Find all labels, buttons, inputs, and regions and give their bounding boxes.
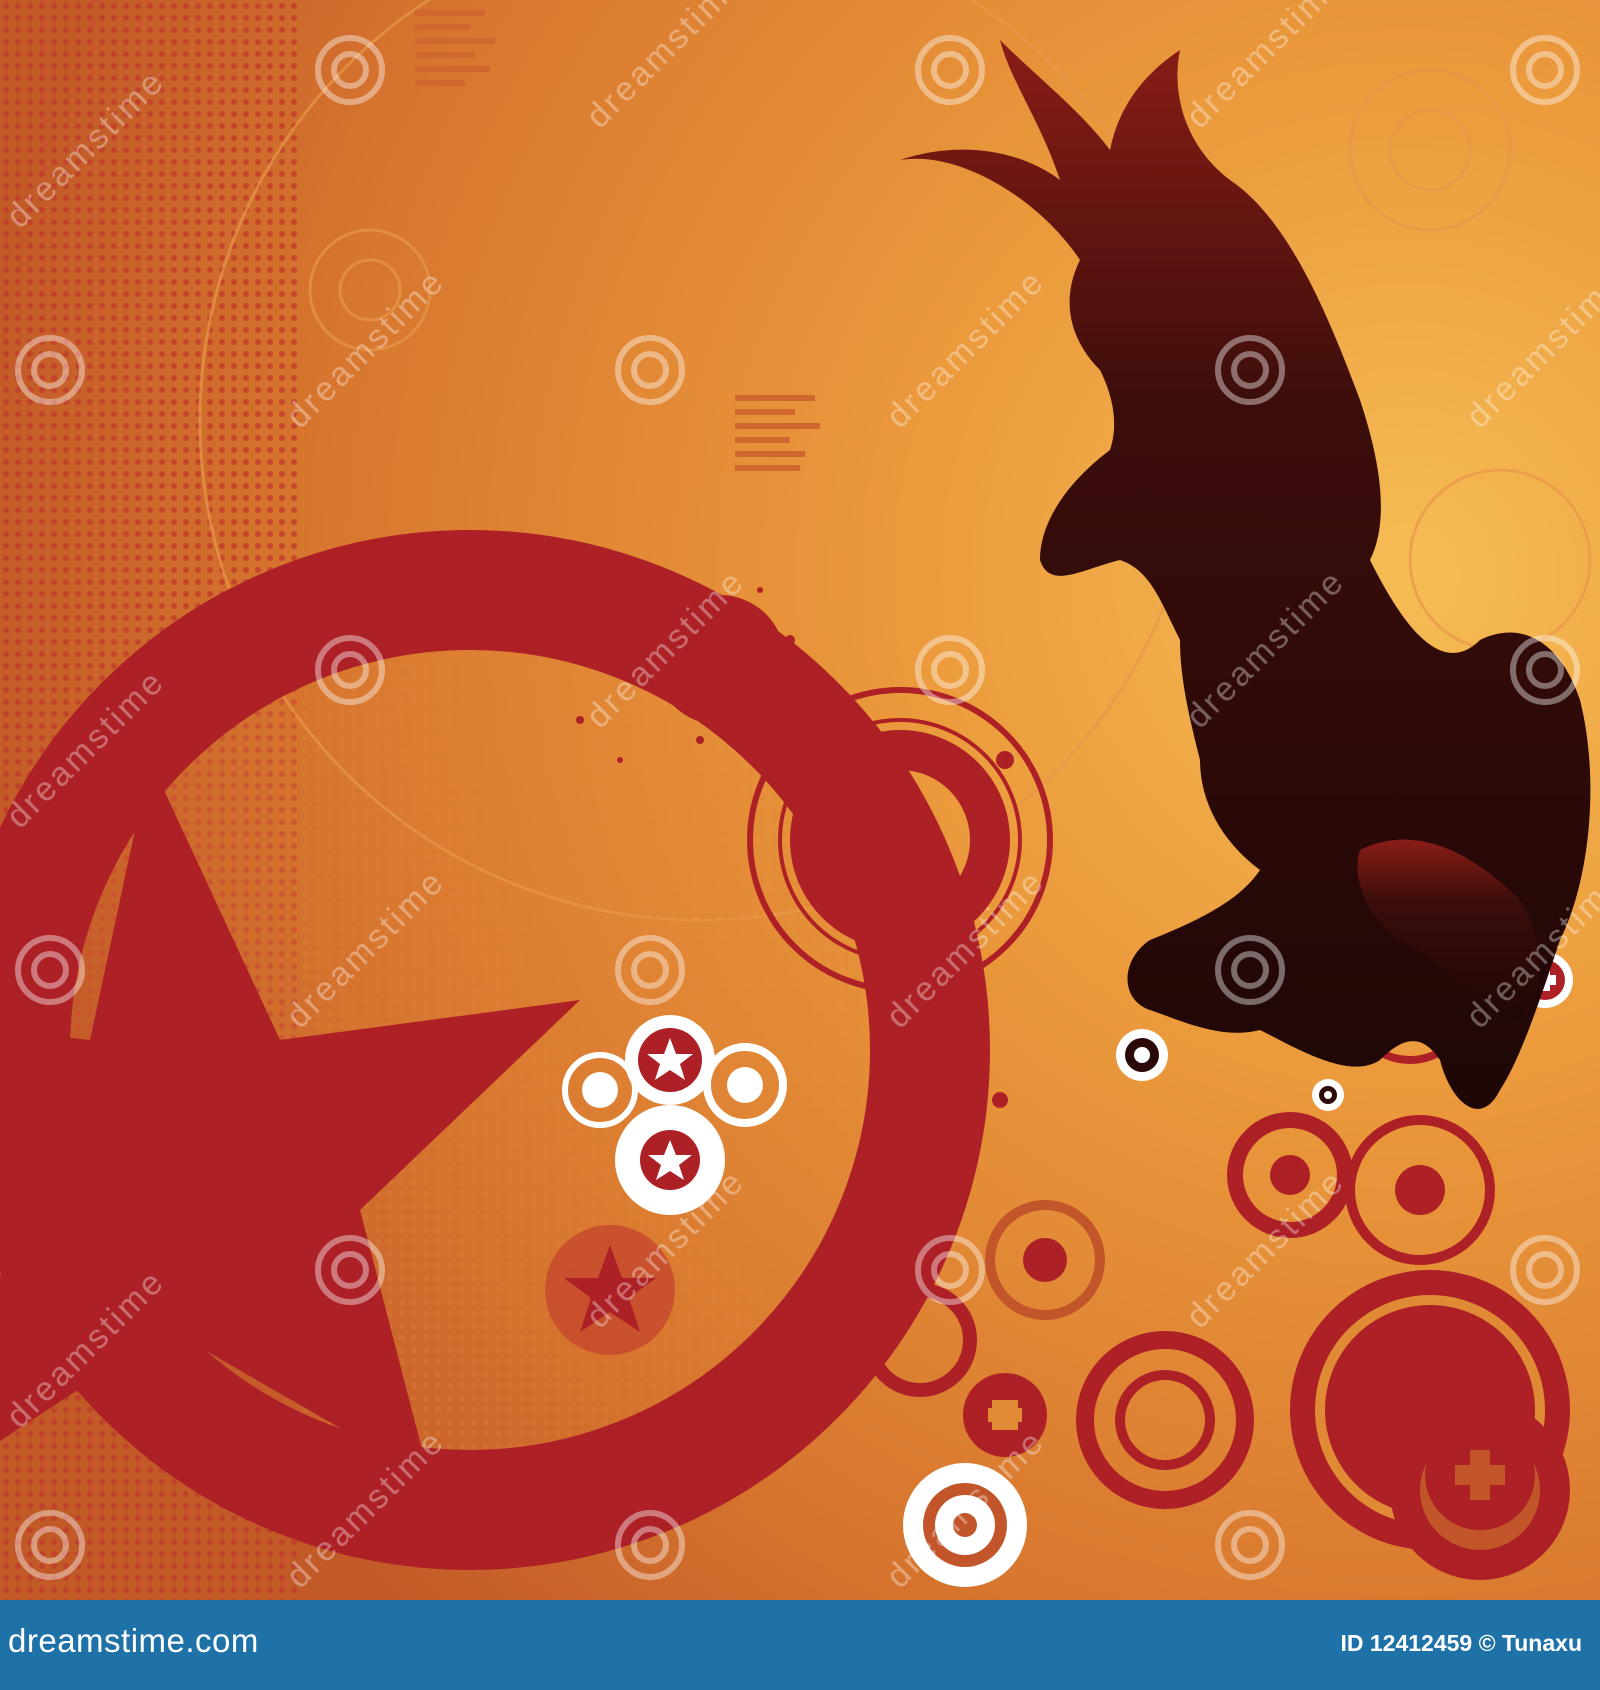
- image-id-label: ID 12412459 © Tunaxu: [1340, 1630, 1582, 1656]
- artwork-canvas: dreamstime dreamstime dreamstime dreamst…: [0, 0, 1600, 1600]
- footer-bar: dreamstime.com ID 12412459 © Tunaxu: [0, 1600, 1600, 1690]
- site-label[interactable]: dreamstime.com: [8, 1622, 259, 1660]
